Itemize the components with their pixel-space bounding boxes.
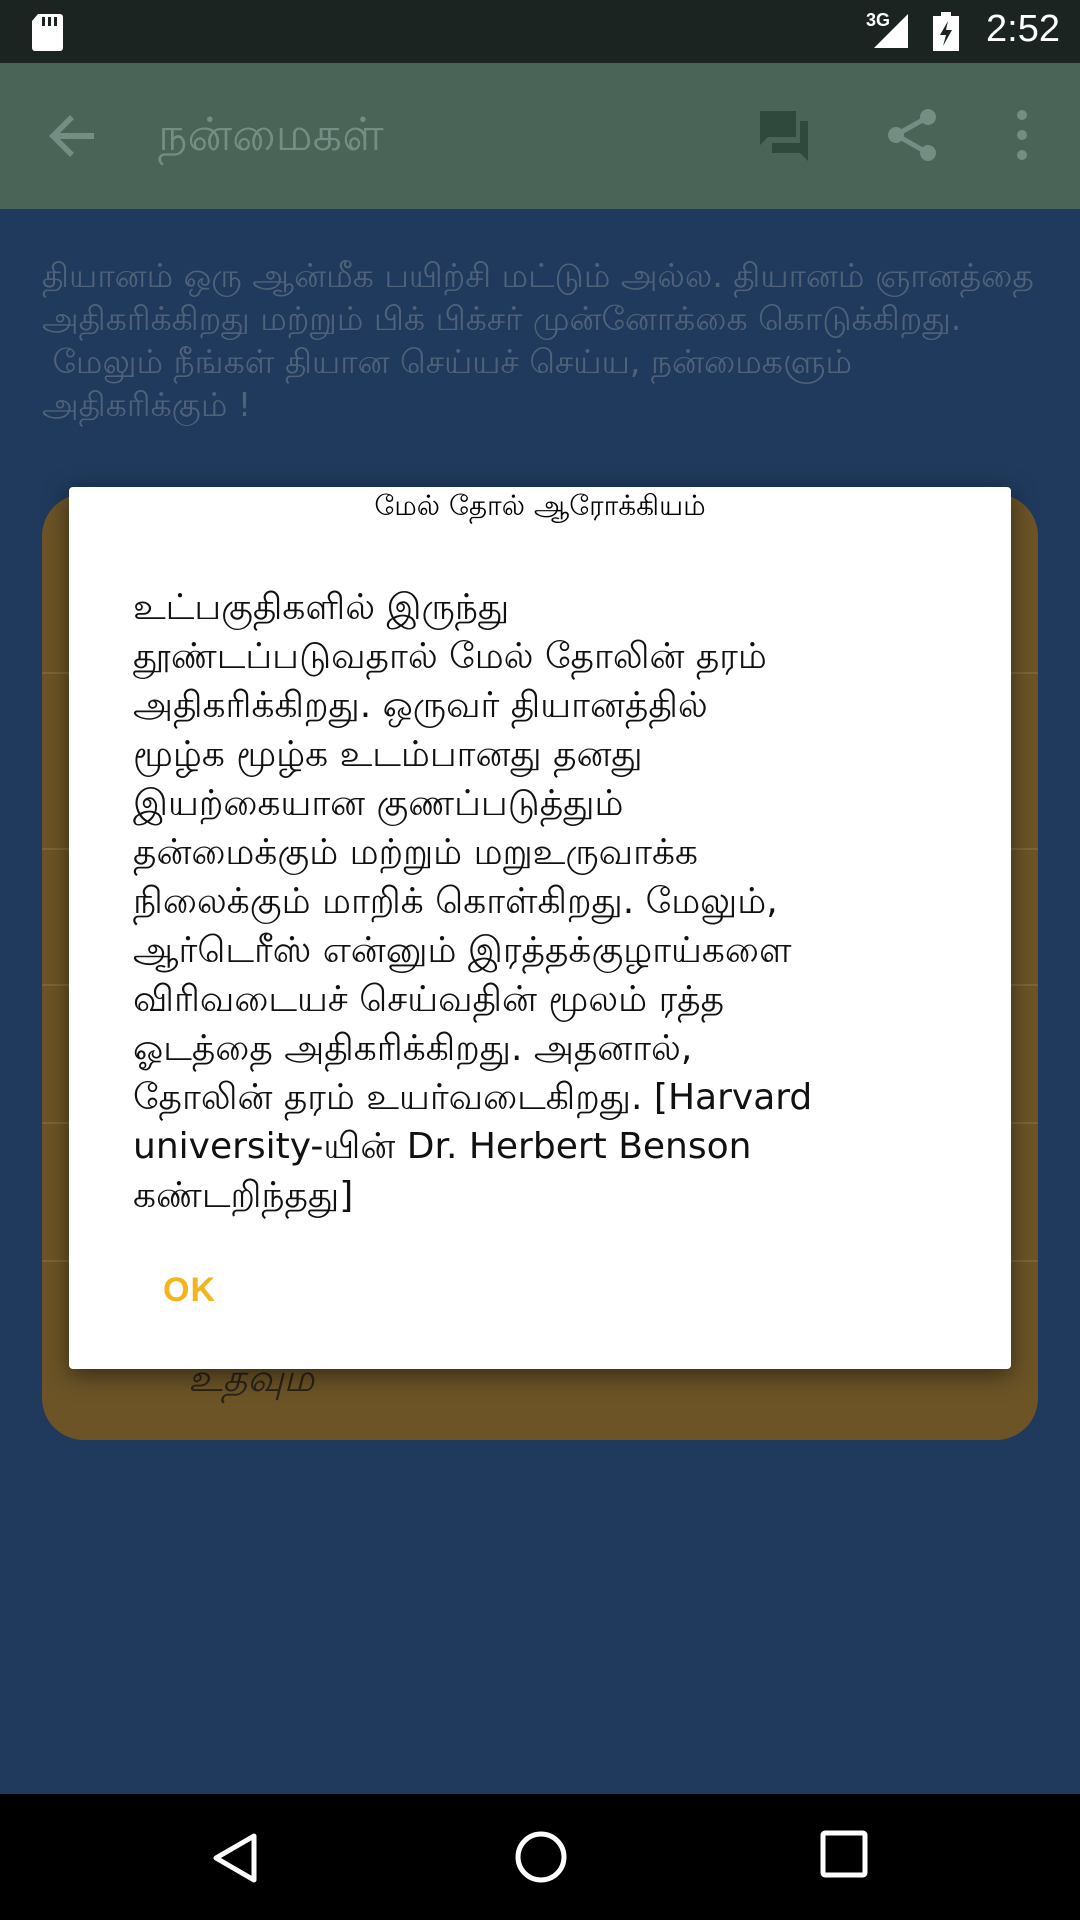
dialog-title: மேல் தோல் ஆரோக்கியம் (374, 489, 706, 522)
nav-home-icon[interactable] (512, 1828, 570, 1886)
ok-button[interactable]: OK (163, 1271, 216, 1310)
screen: 3G 2:52 நன்மைகள் தியானம் ஒரு ஆன்மீக பயிற… (0, 0, 1080, 1920)
navigation-bar (0, 1794, 1080, 1920)
dialog-message: உட்பகுதிகளில் இருந்து தூண்டப்படுவதால் மே… (133, 587, 813, 1216)
nav-back-icon[interactable] (208, 1830, 264, 1886)
info-dialog: மேல் தோல் ஆரோக்கியம் உட்பகுதிகளில் இருந்… (69, 487, 1011, 1369)
nav-recents-icon[interactable] (820, 1830, 868, 1878)
